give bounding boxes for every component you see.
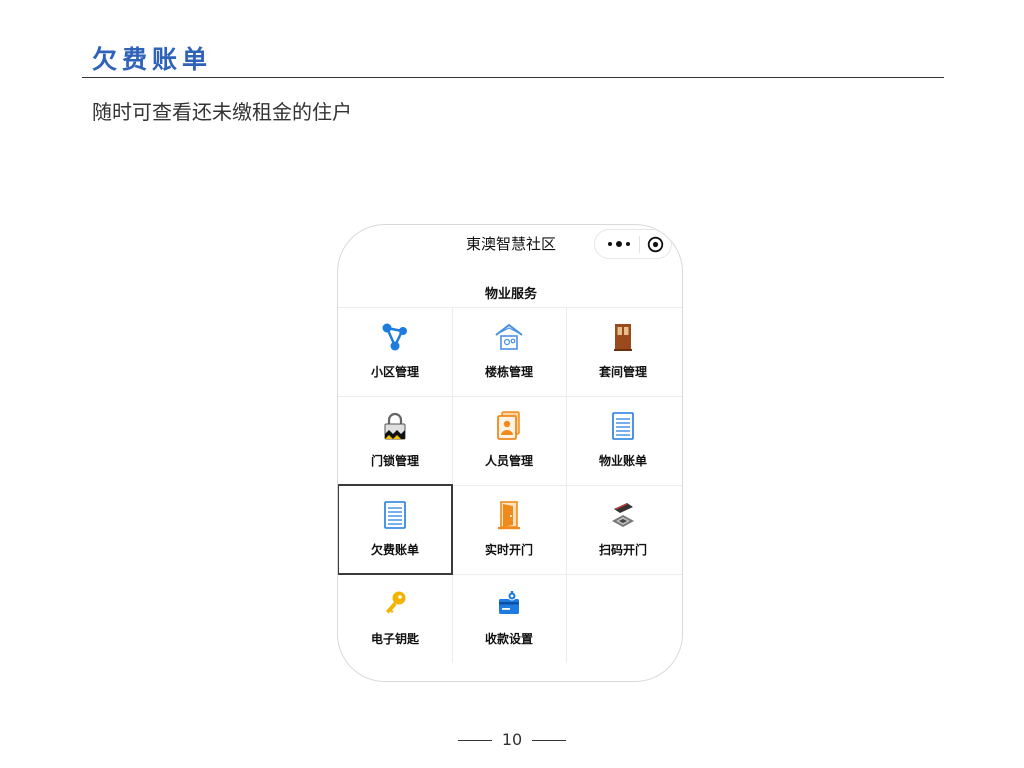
page-number-right-dash	[532, 740, 567, 741]
grid-item-label: 人员管理	[484, 454, 533, 468]
page-number-text: 10	[501, 730, 523, 749]
grid-item-payment-settings[interactable]: 收款设置	[452, 574, 566, 663]
grid-item-label: 扫码开门	[598, 543, 647, 557]
payment-settings-icon	[499, 591, 519, 614]
qr-scan-icon	[612, 503, 634, 527]
list-document-icon	[384, 501, 406, 529]
grid-item-label: 实时开门	[484, 543, 533, 557]
grid-item-locks[interactable]: 门锁管理	[338, 396, 452, 485]
grid-item-suites[interactable]: 套间管理	[566, 307, 680, 396]
grid-item-label: 物业账单	[598, 454, 647, 468]
list-document-icon	[612, 412, 634, 440]
grid-item-label: 电子钥匙	[370, 632, 419, 646]
phone-screen: 東澳智慧社区 物业服务 小区管理 楼栋管理 套间管理 门锁管理 人员管理 物业账…	[337, 224, 683, 682]
building-icon	[495, 323, 523, 350]
open-door-icon	[498, 501, 520, 530]
grid-item-scan-open[interactable]: 扫码开门	[566, 485, 680, 574]
grid-item-label: 套间管理	[598, 365, 647, 379]
grid-item-realtime-open[interactable]: 实时开门	[452, 485, 566, 574]
miniapp-capsule	[594, 229, 672, 259]
service-grid: 小区管理 楼栋管理 套间管理 门锁管理 人员管理 物业账单 欠费账单 实时开门 …	[338, 307, 682, 667]
grid-item-personnel[interactable]: 人员管理	[452, 396, 566, 485]
grid-item-community[interactable]: 小区管理	[338, 307, 452, 396]
capsule-separator	[639, 236, 640, 253]
slide-subtitle: 随时可查看还未缴租金的住户	[92, 100, 352, 124]
page-number: 10	[0, 730, 1024, 749]
door-icon	[614, 324, 632, 351]
title-divider	[82, 77, 944, 78]
grid-item-label: 楼栋管理	[484, 365, 533, 379]
padlock-icon	[384, 412, 406, 440]
grid-item-arrears-bills[interactable]: 欠费账单	[338, 484, 453, 575]
grid-item-label: 收款设置	[484, 632, 533, 646]
grid-item-buildings[interactable]: 楼栋管理	[452, 307, 566, 396]
grid-item-label: 欠费账单	[370, 543, 419, 557]
grid-item-property-bills[interactable]: 物业账单	[566, 396, 680, 485]
key-icon	[386, 591, 406, 614]
person-card-icon	[497, 411, 520, 440]
page-number-left-dash	[457, 740, 492, 741]
slide-title: 欠费账单	[92, 45, 213, 74]
close-miniapp-icon[interactable]	[647, 236, 664, 253]
grid-item-electronic-key[interactable]: 电子钥匙	[338, 574, 452, 663]
more-icon[interactable]	[604, 240, 634, 248]
grid-item-label: 小区管理	[370, 365, 419, 379]
network-nodes-icon	[382, 323, 407, 351]
grid-item-label: 门锁管理	[370, 454, 419, 468]
section-header: 物业服务	[484, 287, 537, 302]
